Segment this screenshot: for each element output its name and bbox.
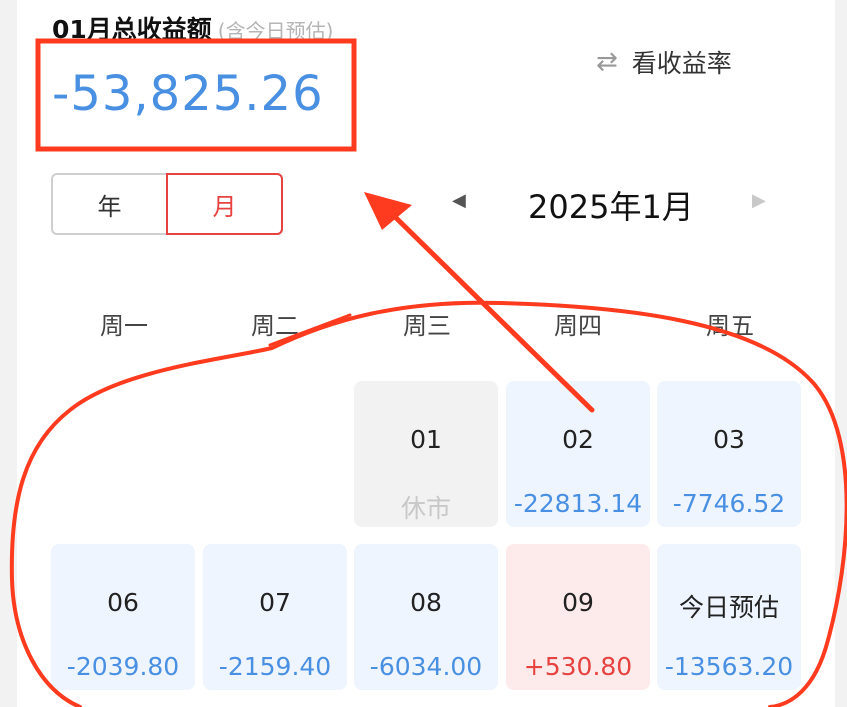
- current-month-label: 2025年1月: [528, 188, 694, 226]
- weekday-tue: 周二: [251, 312, 299, 340]
- previous-month-icon[interactable]: ◀: [452, 190, 466, 211]
- day-earnings: -7746.52: [672, 489, 786, 518]
- day-number: 06: [107, 588, 139, 617]
- day-earnings: -2159.40: [218, 652, 332, 681]
- weekday-fri: 周五: [706, 312, 754, 340]
- calendar-day-cell[interactable]: 03 -7746.52: [657, 381, 801, 527]
- calendar-day-cell[interactable]: 07 -2159.40: [203, 544, 347, 690]
- view-rate-button[interactable]: ⇄ 看收益率: [596, 44, 732, 80]
- month-tab[interactable]: 月: [166, 173, 283, 235]
- calendar-day-cell-today[interactable]: 今日预估 -13563.20: [657, 544, 801, 690]
- day-number: 07: [259, 588, 291, 617]
- year-tab[interactable]: 年: [53, 175, 166, 233]
- next-month-icon[interactable]: ▶: [752, 190, 766, 211]
- weekday-mon: 周一: [100, 312, 148, 340]
- page-title: 01月总收益额 (含今日预估): [52, 10, 333, 46]
- day-number: 02: [562, 425, 594, 454]
- swap-arrows-icon: ⇄: [596, 47, 618, 77]
- day-earnings: 休市: [400, 494, 451, 523]
- calendar-day-cell[interactable]: 02 -22813.14: [506, 381, 650, 527]
- day-number: 08: [410, 588, 442, 617]
- calendar-day-cell[interactable]: 09 +530.80: [506, 544, 650, 690]
- day-number: 03: [713, 425, 745, 454]
- day-earnings: -13563.20: [664, 652, 794, 681]
- weekday-wed: 周三: [403, 312, 451, 340]
- day-earnings: -2039.80: [66, 652, 180, 681]
- view-rate-label: 看收益率: [631, 49, 732, 78]
- day-number: 今日预估: [678, 593, 779, 622]
- day-number: 01: [410, 425, 442, 454]
- title-text: 01月总收益额: [52, 15, 212, 44]
- month-navigator: ◀ 2025年1月 ▶: [440, 180, 780, 228]
- calendar-day-cell[interactable]: 06 -2039.80: [51, 544, 195, 690]
- day-earnings: +530.80: [523, 652, 633, 681]
- weekday-thu: 周四: [554, 312, 602, 340]
- period-toggle: 年 月: [51, 173, 283, 235]
- day-earnings: -22813.14: [513, 489, 643, 518]
- day-number: 09: [562, 588, 594, 617]
- title-note: (含今日预估): [217, 19, 334, 43]
- calendar-day-cell[interactable]: 08 -6034.00: [354, 544, 498, 690]
- calendar-day-cell[interactable]: 01 休市: [354, 381, 498, 527]
- day-earnings: -6034.00: [369, 652, 483, 681]
- total-earnings-value: -53,825.26: [52, 66, 324, 122]
